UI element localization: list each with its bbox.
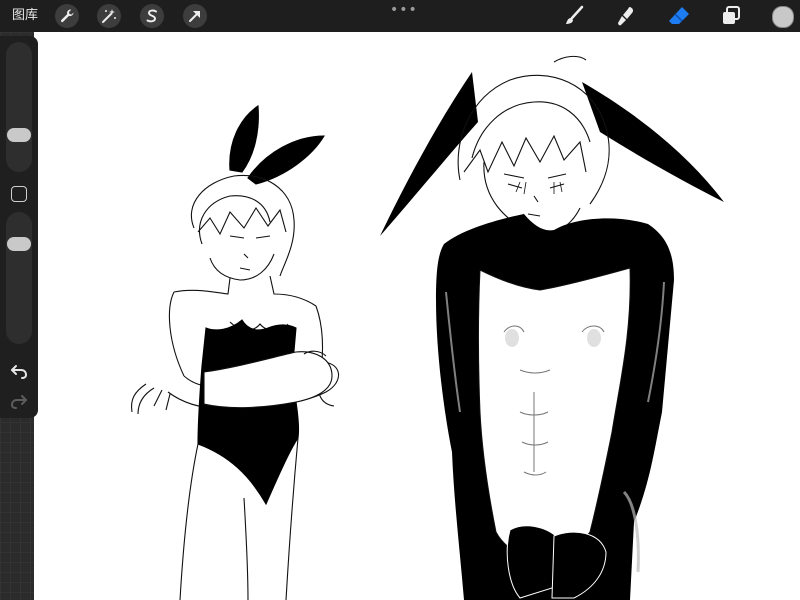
undo-arrow-icon [11, 365, 28, 379]
procreate-app: 图库 ••• [0, 0, 800, 600]
selection-s-icon [146, 9, 157, 23]
eraser-icon [669, 7, 689, 24]
magic-wand-icon [102, 9, 116, 23]
smudge-icon [618, 7, 634, 26]
adjustments-button[interactable] [97, 4, 121, 28]
undo-button[interactable] [9, 362, 29, 382]
redo-arrow-icon [10, 395, 27, 409]
transform-button[interactable] [183, 4, 207, 28]
transform-arrow-icon [189, 11, 200, 22]
brush-size-thumb[interactable] [7, 128, 31, 142]
modify-button[interactable] [11, 186, 27, 202]
opacity-slider[interactable] [6, 212, 32, 344]
top-toolbar: 图库 ••• [0, 0, 800, 32]
left-figure-leotard [197, 319, 300, 506]
wrench-icon [60, 9, 74, 23]
color-picker-button[interactable] [772, 6, 794, 28]
brush-tool-button[interactable] [562, 4, 586, 28]
left-sidebar [0, 36, 38, 418]
right-figure-inked [380, 55, 724, 600]
right-figure-ear-right [582, 82, 724, 202]
brush-icon [566, 5, 584, 24]
left-figure-ear-left [229, 105, 259, 173]
redo-button[interactable] [9, 392, 29, 412]
actions-button[interactable] [55, 4, 79, 28]
layers-button[interactable] [719, 4, 743, 28]
gallery-button[interactable]: 图库 [12, 7, 38, 25]
drawing-canvas[interactable] [34, 32, 800, 600]
left-figure-ear-right [247, 135, 325, 185]
opacity-thumb[interactable] [7, 236, 31, 251]
smudge-tool-button[interactable] [614, 4, 638, 28]
eraser-tool-button[interactable] [667, 4, 691, 28]
selection-button[interactable] [140, 4, 164, 28]
layers-icon [723, 6, 740, 24]
more-dots-icon[interactable]: ••• [390, 2, 418, 18]
left-figure-sketch [130, 105, 340, 600]
brush-size-slider[interactable] [6, 42, 32, 172]
artwork [130, 55, 724, 600]
right-figure-ear-left [380, 72, 478, 236]
